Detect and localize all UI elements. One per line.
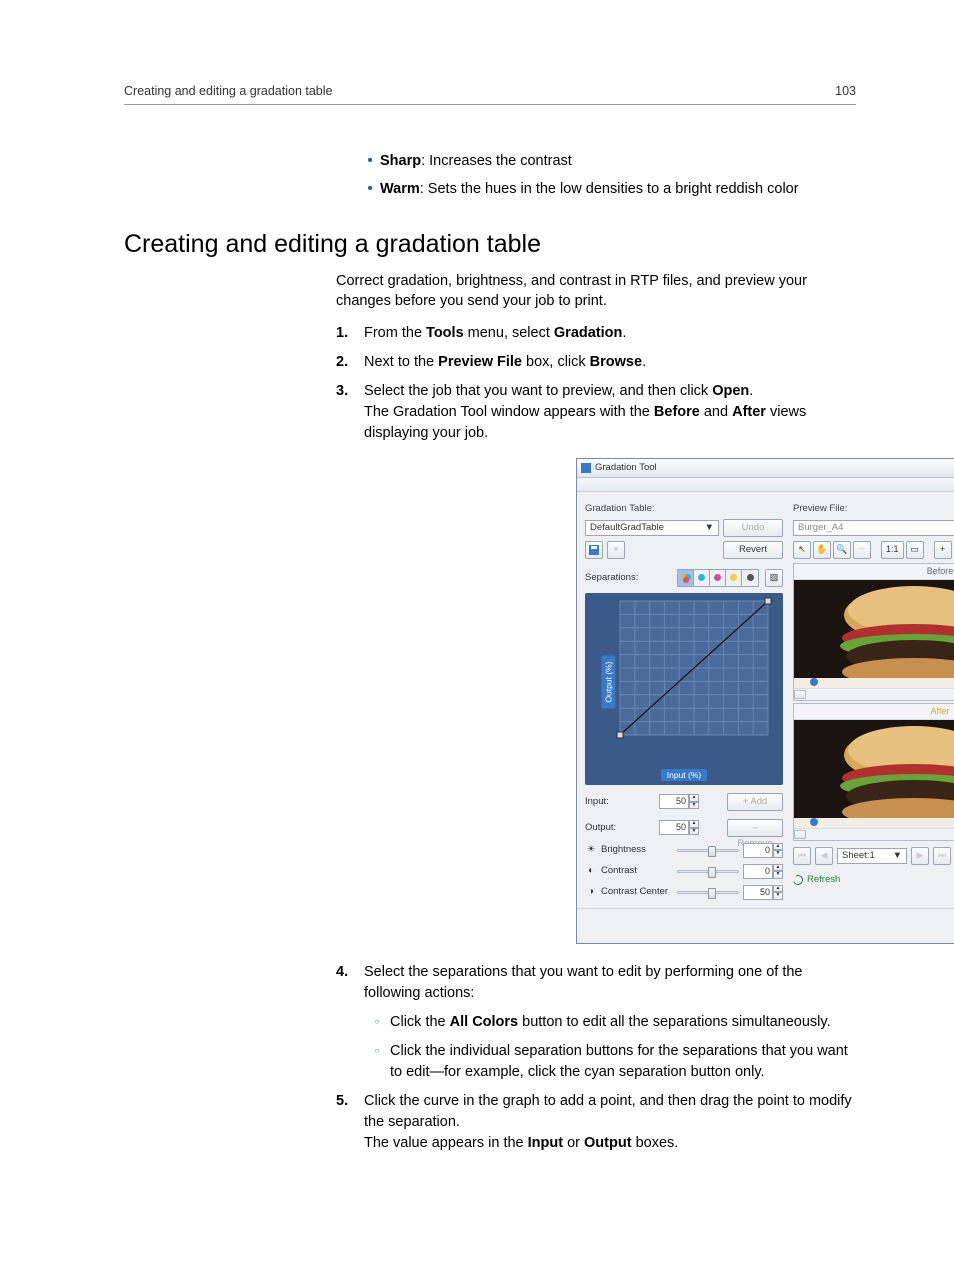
hollow-bullet-icon: ○	[364, 1012, 390, 1033]
black-button[interactable]	[742, 570, 758, 586]
contrast-center-label: Contrast Center	[601, 885, 673, 899]
contrast-center-icon: ◑	[585, 886, 597, 898]
fit-page-icon[interactable]: ▭	[906, 541, 924, 559]
gradation-table-label: Gradation Table:	[585, 502, 783, 516]
step-4: Select the separations that you want to …	[336, 962, 856, 1083]
pointer-tool-icon[interactable]: ↖	[793, 541, 811, 559]
step-5: Click the curve in the graph to add a po…	[336, 1091, 856, 1154]
up-arrow-icon[interactable]: ▲	[689, 794, 699, 802]
last-sheet-button[interactable]: ⏭	[933, 847, 951, 865]
section-title: Creating and editing a gradation table	[124, 230, 856, 259]
window-title: Gradation Tool	[595, 461, 657, 475]
expand-separations-button[interactable]: ▨	[765, 569, 783, 587]
chevron-down-icon: ▼	[893, 849, 902, 863]
step-3: Select the job that you want to preview,…	[336, 381, 856, 943]
actual-size-button[interactable]: 1:1	[881, 541, 904, 559]
all-colors-button[interactable]	[678, 570, 694, 586]
gradation-table-select[interactable]: DefaultGradTable ▼	[585, 520, 719, 536]
window-toolbar	[577, 478, 954, 492]
x-ticks: 0102030405060708090100	[620, 750, 770, 761]
save-icon[interactable]	[585, 541, 603, 559]
add-point-button[interactable]: + Add	[727, 793, 783, 811]
after-label: After	[794, 704, 954, 720]
undo-button[interactable]: Undo	[723, 519, 783, 537]
down-arrow-icon[interactable]: ▼	[689, 828, 699, 836]
save-menu-button[interactable]: ▾	[607, 541, 625, 559]
after-image[interactable]: creo	[794, 720, 954, 828]
gradation-curve-graph[interactable]: 1009080706050403020100	[596, 597, 772, 767]
brightness-label: Brightness	[601, 843, 673, 857]
page-header: Creating and editing a gradation table 1…	[124, 84, 856, 105]
bullet-warm: • Warm: Sets the hues in the low densiti…	[360, 179, 856, 199]
warm-text: : Sets the hues in the low densities to …	[420, 181, 799, 197]
brightness-icon: ☀	[585, 844, 597, 856]
preview-file-field[interactable]: Burger_A4	[793, 520, 954, 536]
bullet-icon: •	[360, 179, 380, 199]
horizontal-scrollbar[interactable]	[794, 688, 954, 700]
contrast-icon: ◐	[585, 865, 597, 877]
before-preview-pane: Before	[793, 563, 954, 701]
zoom-plus-button[interactable]: +	[934, 541, 952, 559]
hand-tool-icon[interactable]: ✋	[813, 541, 831, 559]
prev-sheet-button[interactable]: ◀	[815, 847, 833, 865]
output-label: Output:	[585, 821, 631, 835]
down-arrow-icon[interactable]: ▼	[689, 802, 699, 810]
sharp-label: Sharp	[380, 153, 421, 169]
chevron-down-icon: ▼	[705, 521, 714, 535]
horizontal-scrollbar[interactable]	[794, 828, 954, 840]
preview-file-label: Preview File:	[793, 502, 954, 516]
app-icon	[581, 463, 591, 473]
header-left: Creating and editing a gradation table	[124, 84, 332, 98]
warm-label: Warm	[380, 181, 420, 197]
input-label: Input:	[585, 795, 631, 809]
next-sheet-button[interactable]: ▶	[911, 847, 929, 865]
first-sheet-button[interactable]: ⏮	[793, 847, 811, 865]
substep-individual: ○ Click the individual separation button…	[364, 1041, 856, 1083]
x-axis-label: Input (%)	[661, 769, 708, 781]
output-spinner[interactable]: 50▲▼	[659, 820, 699, 835]
contrast-label: Contrast	[601, 864, 673, 878]
magenta-button[interactable]	[710, 570, 726, 586]
curve-svg	[596, 597, 772, 751]
zoom-in-icon[interactable]: 🔍	[833, 541, 851, 559]
cyan-button[interactable]	[694, 570, 710, 586]
input-spinner[interactable]: 50▲▼	[659, 794, 699, 809]
y-axis-label: Output (%)	[601, 655, 615, 708]
bullet-icon: •	[360, 151, 380, 171]
before-image[interactable]: creo	[794, 580, 954, 688]
yellow-button[interactable]	[726, 570, 742, 586]
header-page-number: 103	[835, 84, 856, 98]
sheet-select[interactable]: Sheet:1▼	[837, 848, 907, 864]
up-arrow-icon[interactable]: ▲	[689, 820, 699, 828]
brightness-slider[interactable]	[677, 849, 739, 852]
bullet-sharp: • Sharp: Increases the contrast	[360, 151, 856, 171]
separation-swatches	[677, 569, 759, 587]
step-2: Next to the Preview File box, click Brow…	[336, 352, 856, 373]
refresh-button[interactable]: Refresh	[793, 873, 840, 887]
after-preview-pane: After	[793, 703, 954, 841]
sharp-text: : Increases the contrast	[421, 153, 572, 169]
remove-point-button[interactable]: – Remove	[727, 819, 783, 837]
zoom-out-icon[interactable]: －	[853, 541, 871, 559]
before-label: Before	[794, 564, 954, 580]
lead-paragraph: Correct gradation, brightness, and contr…	[336, 271, 856, 312]
gradation-tool-window: Gradation Tool ✕ Gradation Table: Defaul…	[576, 458, 954, 943]
contrast-center-slider[interactable]	[677, 891, 739, 894]
step-1: From the Tools menu, select Gradation.	[336, 323, 856, 344]
contrast-slider[interactable]	[677, 870, 739, 873]
separations-label: Separations:	[585, 571, 638, 585]
refresh-icon	[792, 873, 805, 886]
revert-button[interactable]: Revert	[723, 541, 783, 559]
substep-all-colors: ○ Click the All Colors button to edit al…	[364, 1012, 856, 1033]
hollow-bullet-icon: ○	[364, 1041, 390, 1083]
